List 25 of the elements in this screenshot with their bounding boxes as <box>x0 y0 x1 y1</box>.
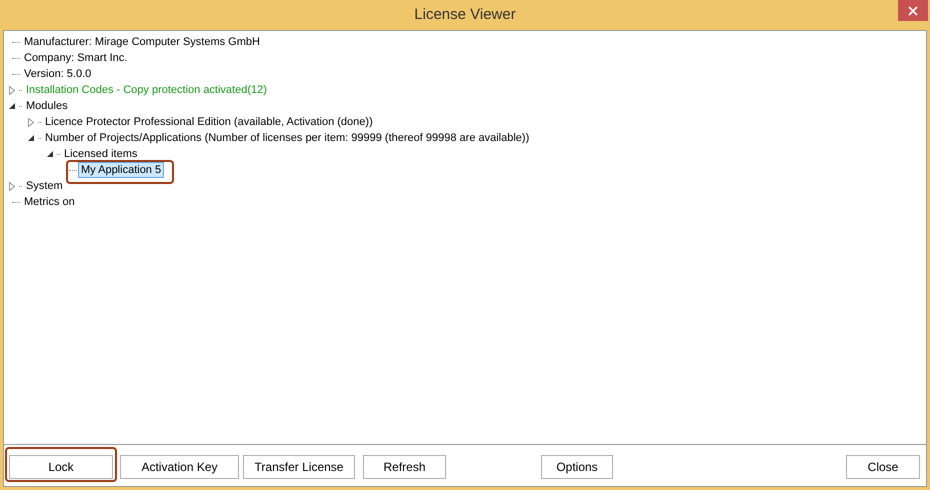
dialog-button[interactable]: Activation Key <box>120 454 239 478</box>
expanded-arrow-icon[interactable] <box>28 135 34 141</box>
window-title: License Viewer <box>414 4 516 25</box>
tree-item[interactable]: Company: Smart Inc. <box>21 50 130 66</box>
dialog-button[interactable]: Close <box>846 454 920 478</box>
tree-item[interactable]: Licence Protector Professional Edition (available, Activation (done)) <box>42 114 376 130</box>
expanded-arrow-icon[interactable] <box>47 151 53 157</box>
tree-item[interactable]: My Application 5 <box>78 162 164 178</box>
dialog-button[interactable]: Refresh <box>363 454 446 478</box>
tree-item[interactable]: System <box>23 178 66 194</box>
collapsed-arrow-icon[interactable] <box>28 118 34 126</box>
collapsed-arrow-icon[interactable] <box>9 182 15 190</box>
dialog-button[interactable]: Lock <box>9 454 113 478</box>
tree-item[interactable]: Installation Codes - Copy protection activated(12) <box>23 82 270 98</box>
tree-item[interactable]: Version: 5.0.0 <box>21 66 94 82</box>
dialog-button[interactable]: Options <box>541 454 613 478</box>
tree-item[interactable]: Licensed items <box>61 146 140 162</box>
expanded-arrow-icon[interactable] <box>9 103 15 109</box>
tree-item[interactable]: Number of Projects/Applications (Number of licenses per item: 99999 (thereof 99998 are available)) <box>42 130 532 146</box>
collapsed-arrow-icon[interactable] <box>9 86 15 94</box>
dialog-button[interactable]: Transfer License <box>243 454 355 478</box>
tree-item[interactable]: Metrics on <box>21 194 78 210</box>
close-icon[interactable] <box>898 0 928 21</box>
tree-item[interactable]: Manufacturer: Mirage Computer Systems GmbH <box>21 34 263 50</box>
tree-item[interactable]: Modules <box>23 98 71 114</box>
